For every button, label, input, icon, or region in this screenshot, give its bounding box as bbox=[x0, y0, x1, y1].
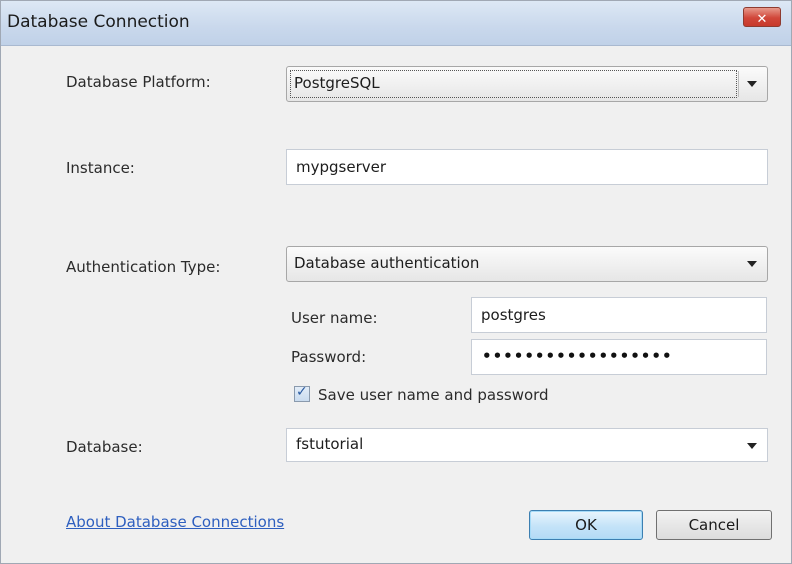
ok-button-label: OK bbox=[575, 516, 597, 534]
cancel-button[interactable]: Cancel bbox=[656, 510, 772, 540]
cancel-button-label: Cancel bbox=[688, 516, 740, 534]
password-input[interactable]: •••••••••••••••••• bbox=[471, 339, 767, 375]
window-title: Database Connection bbox=[7, 12, 190, 32]
instance-label: Instance: bbox=[66, 159, 135, 177]
database-select[interactable]: fstutorial bbox=[286, 428, 768, 462]
instance-input[interactable]: mypgserver bbox=[286, 149, 768, 185]
authentication-type-label: Authentication Type: bbox=[66, 258, 221, 276]
dropdown-divider bbox=[738, 71, 739, 97]
instance-value: mypgserver bbox=[296, 158, 387, 176]
title-bar[interactable]: Database Connection ✕ bbox=[1, 1, 791, 46]
chevron-down-icon[interactable] bbox=[747, 261, 757, 267]
database-connection-dialog: Database Connection ✕ Database Platform:… bbox=[0, 0, 792, 564]
close-icon: ✕ bbox=[756, 12, 768, 27]
save-credentials-label[interactable]: Save user name and password bbox=[318, 386, 549, 404]
checkmark-icon: ✓ bbox=[296, 384, 308, 400]
close-button[interactable]: ✕ bbox=[743, 7, 781, 27]
username-label: User name: bbox=[291, 309, 378, 327]
database-label: Database: bbox=[66, 438, 143, 456]
chevron-down-icon[interactable] bbox=[747, 81, 757, 87]
chevron-down-icon[interactable] bbox=[747, 443, 757, 449]
database-platform-select[interactable]: PostgreSQL bbox=[286, 66, 768, 102]
about-database-connections-link[interactable]: About Database Connections bbox=[66, 513, 284, 531]
ok-button[interactable]: OK bbox=[529, 510, 643, 540]
database-platform-label: Database Platform: bbox=[66, 73, 211, 91]
authentication-type-select[interactable]: Database authentication bbox=[286, 246, 768, 282]
save-credentials-checkbox[interactable]: ✓ bbox=[294, 384, 310, 402]
password-value: •••••••••••••••••• bbox=[482, 347, 673, 365]
username-input[interactable]: postgres bbox=[471, 297, 767, 333]
password-label: Password: bbox=[291, 348, 367, 366]
database-value: fstutorial bbox=[296, 435, 364, 453]
username-value: postgres bbox=[481, 306, 546, 324]
database-platform-value: PostgreSQL bbox=[294, 74, 380, 92]
authentication-type-value: Database authentication bbox=[294, 254, 480, 272]
